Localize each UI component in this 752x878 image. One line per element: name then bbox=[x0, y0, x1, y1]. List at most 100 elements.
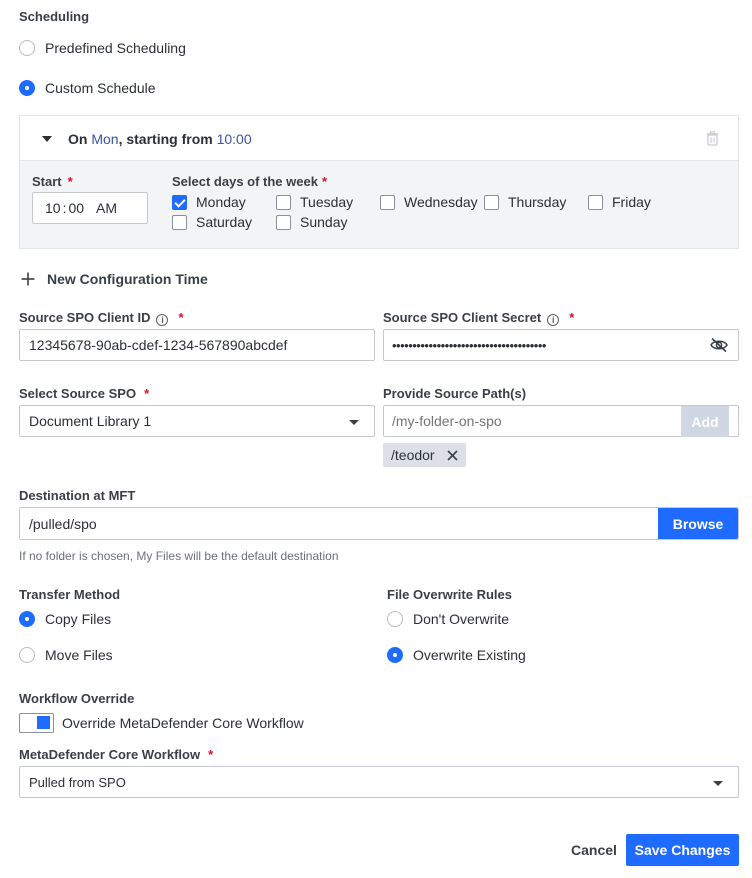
day-checkbox-tuesday[interactable]: Tuesday bbox=[276, 194, 353, 210]
day-label: Wednesday bbox=[404, 194, 478, 210]
schedule-config-panel: On Mon, starting from 10:00 Start * 10 : … bbox=[19, 115, 739, 249]
required-mark: * bbox=[321, 174, 328, 189]
time-separator: : bbox=[62, 200, 67, 216]
day-label: Sunday bbox=[300, 214, 348, 230]
source-path-input[interactable] bbox=[392, 413, 672, 429]
summary-prefix: On bbox=[68, 131, 92, 147]
source-spo-select[interactable]: Document Library 1 bbox=[19, 405, 375, 437]
toggle-knob bbox=[37, 716, 50, 729]
info-icon[interactable]: i bbox=[547, 314, 560, 326]
workflow-override-toggle[interactable] bbox=[19, 713, 54, 733]
plus-icon bbox=[21, 272, 35, 286]
destination-input[interactable]: /pulled/spo bbox=[19, 507, 739, 540]
day-checkbox-thursday[interactable]: Thursday bbox=[484, 194, 566, 210]
new-configuration-time-label: New Configuration Time bbox=[47, 271, 208, 287]
copy-files-label: Copy Files bbox=[45, 611, 112, 627]
scheduling-label: Scheduling bbox=[19, 9, 90, 24]
source-spo-value: Document Library 1 bbox=[29, 413, 152, 429]
checkbox-icon bbox=[172, 214, 187, 230]
client-id-label-text: Source SPO Client ID bbox=[19, 310, 151, 325]
destination-value: /pulled/spo bbox=[29, 515, 97, 532]
client-secret-label-text: Source SPO Client Secret bbox=[383, 310, 542, 325]
days-label: Select days of the week * bbox=[172, 174, 327, 189]
start-time-input[interactable]: 10 : 00 AM bbox=[32, 192, 148, 224]
client-id-value: 12345678-90ab-cdef-1234-567890abcdef bbox=[29, 337, 288, 353]
required-mark: * bbox=[144, 386, 150, 401]
chevron-down-icon bbox=[713, 781, 723, 786]
core-workflow-label: MetaDefender Core Workflow * bbox=[19, 747, 213, 762]
info-icon[interactable]: i bbox=[156, 314, 169, 326]
core-workflow-value: Pulled from SPO bbox=[29, 774, 126, 790]
checkbox-icon bbox=[484, 194, 499, 210]
browse-button[interactable]: Browse bbox=[658, 508, 738, 539]
dont-overwrite-label: Don't Overwrite bbox=[413, 611, 510, 627]
time-ampm[interactable]: AM bbox=[96, 200, 117, 216]
trash-icon[interactable] bbox=[706, 131, 719, 146]
summary-mid: , starting from bbox=[118, 131, 217, 147]
required-mark: * bbox=[208, 747, 214, 762]
chevron-down-icon bbox=[349, 420, 359, 425]
cancel-button[interactable]: Cancel bbox=[571, 842, 617, 858]
core-workflow-label-text: MetaDefender Core Workflow bbox=[19, 747, 201, 762]
move-files-label: Move Files bbox=[45, 647, 113, 663]
day-checkbox-monday[interactable]: Monday bbox=[172, 194, 246, 210]
client-secret-value: •••••••••••••••••••••••••••••••••••••• bbox=[392, 337, 546, 353]
time-minute[interactable]: 00 bbox=[68, 200, 84, 216]
overwrite-existing-radio[interactable]: Overwrite Existing bbox=[387, 647, 526, 663]
day-checkbox-sunday[interactable]: Sunday bbox=[276, 214, 347, 230]
path-tag: /teodor bbox=[383, 443, 466, 467]
predefined-scheduling-radio[interactable]: Predefined Scheduling bbox=[19, 40, 186, 56]
day-label: Friday bbox=[612, 194, 651, 210]
source-spo-label: Select Source SPO * bbox=[19, 386, 149, 401]
radio-icon bbox=[19, 40, 35, 56]
client-id-input[interactable]: 12345678-90ab-cdef-1234-567890abcdef bbox=[19, 329, 375, 361]
predefined-scheduling-label: Predefined Scheduling bbox=[45, 40, 186, 56]
day-checkbox-saturday[interactable]: Saturday bbox=[172, 214, 252, 230]
required-mark: * bbox=[67, 174, 73, 189]
add-path-button[interactable]: Add bbox=[681, 406, 729, 437]
day-label: Thursday bbox=[508, 194, 567, 210]
time-hour[interactable]: 10 bbox=[45, 200, 61, 216]
checkbox-icon bbox=[588, 194, 603, 210]
checkbox-icon bbox=[276, 214, 291, 230]
schedule-summary: On Mon, starting from 10:00 bbox=[68, 131, 252, 147]
core-workflow-select[interactable]: Pulled from SPO bbox=[19, 766, 739, 798]
workflow-override-toggle-row: Override MetaDefender Core Workflow bbox=[19, 713, 304, 733]
save-changes-button[interactable]: Save Changes bbox=[626, 834, 739, 866]
collapse-caret-icon[interactable] bbox=[42, 136, 52, 142]
days-label-text: Select days of the week bbox=[172, 174, 318, 189]
start-label: Start * bbox=[32, 174, 73, 189]
day-checkbox-friday[interactable]: Friday bbox=[588, 194, 651, 210]
checkbox-icon bbox=[380, 194, 395, 210]
day-label: Saturday bbox=[196, 214, 253, 230]
overwrite-existing-label: Overwrite Existing bbox=[413, 647, 526, 663]
copy-files-radio[interactable]: Copy Files bbox=[19, 611, 111, 627]
dont-overwrite-radio[interactable]: Don't Overwrite bbox=[387, 611, 509, 627]
radio-icon bbox=[387, 611, 403, 627]
transfer-method-label: Transfer Method bbox=[19, 587, 121, 602]
path-tag-label: /teodor bbox=[391, 447, 435, 463]
summary-day: Mon bbox=[91, 131, 119, 147]
schedule-config-header[interactable]: On Mon, starting from 10:00 bbox=[20, 116, 738, 161]
new-configuration-time-button[interactable]: New Configuration Time bbox=[21, 271, 208, 287]
eye-off-icon[interactable] bbox=[710, 337, 728, 353]
destination-hint: If no folder is chosen, My Files will be… bbox=[19, 549, 339, 563]
radio-selected-icon bbox=[19, 611, 35, 627]
source-spo-label-text: Select Source SPO bbox=[19, 386, 137, 401]
required-mark: * bbox=[178, 310, 184, 325]
client-secret-input[interactable]: •••••••••••••••••••••••••••••••••••••• bbox=[383, 329, 739, 361]
client-secret-label: Source SPO Client Secret i * bbox=[383, 310, 574, 326]
radio-selected-icon bbox=[19, 80, 35, 96]
custom-schedule-radio[interactable]: Custom Schedule bbox=[19, 80, 156, 96]
checkbox-icon bbox=[276, 194, 291, 210]
checkbox-checked-icon bbox=[172, 194, 187, 210]
close-icon[interactable] bbox=[447, 449, 458, 461]
day-checkbox-wednesday[interactable]: Wednesday bbox=[380, 194, 478, 210]
workflow-override-toggle-label: Override MetaDefender Core Workflow bbox=[62, 715, 304, 731]
source-path-label: Provide Source Path(s) bbox=[383, 386, 527, 401]
day-label: Tuesday bbox=[300, 194, 354, 210]
radio-selected-icon bbox=[387, 647, 403, 663]
workflow-override-label: Workflow Override bbox=[19, 691, 135, 706]
start-label-text: Start bbox=[32, 174, 62, 189]
move-files-radio[interactable]: Move Files bbox=[19, 647, 113, 663]
